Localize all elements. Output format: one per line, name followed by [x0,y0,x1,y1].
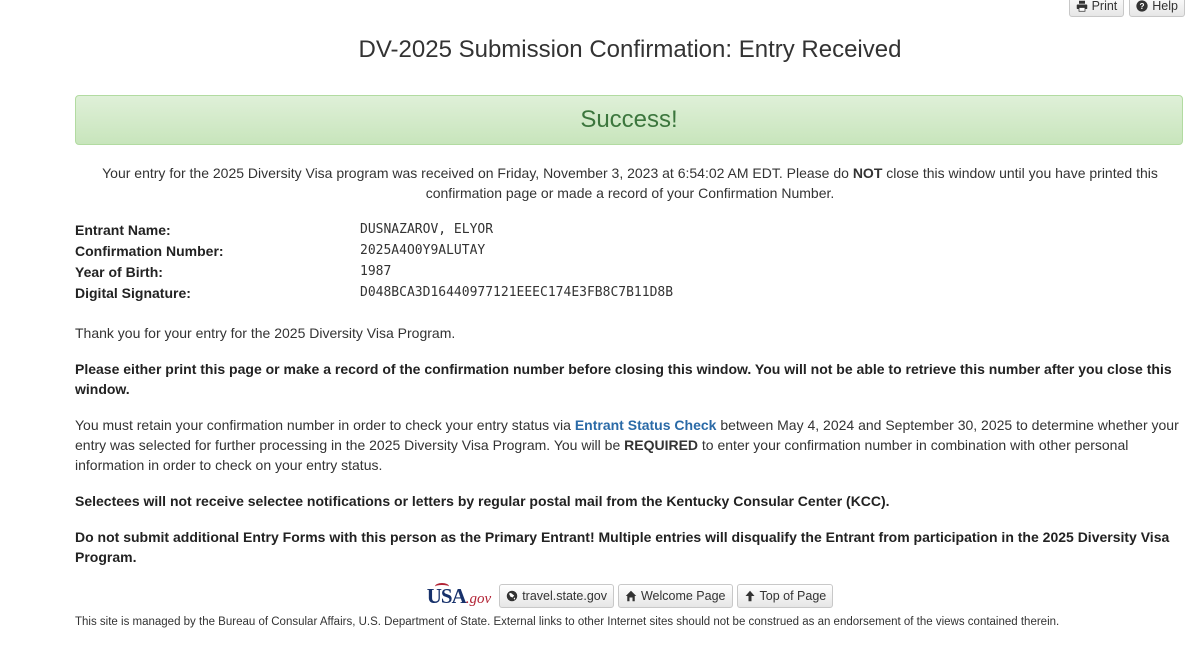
detail-label: Year of Birth: [75,263,163,280]
detail-value: 1987 [360,264,392,279]
detail-row-year-of-birth: Year of Birth: 1987 [75,261,673,282]
thanks-paragraph: Thank you for your entry for the 2025 Di… [75,325,456,341]
detail-value: DUSNAZAROV, ELYOR [360,222,494,237]
no-additional-entries-paragraph: Do not submit additional Entry Forms wit… [75,529,1170,565]
detail-value: 2025A4O0Y9ALUTAY [360,243,486,258]
success-message: Success! [580,106,678,133]
globe-icon [506,590,518,602]
welcome-label: Welcome Page [640,589,726,603]
retain-paragraph: You must retain your confirmation number… [75,415,1185,475]
footer-links: USA .gov travel.state.gov Welcome Page To… [0,583,1192,608]
footer-disclaimer: This site is managed by the Bureau of Co… [75,616,1060,628]
intro-text: Your entry for the 2025 Diversity Visa p… [95,163,1165,203]
selectees-paragraph: Selectees will not receive selectee noti… [75,493,890,509]
detail-value: D048BCA3D16440977121EEEC174E3FB8C7B11D8B [360,285,674,300]
detail-label: Entrant Name: [75,221,171,238]
intro-text-before: Your entry for the 2025 Diversity Visa p… [102,165,853,181]
help-label: Help [1152,0,1178,13]
required-emphasis: REQUIRED [624,437,699,453]
travel-state-gov-button[interactable]: travel.state.gov [499,584,614,608]
entry-details: Entrant Name: DUSNAZAROV, ELYOR Confirma… [75,219,673,303]
question-circle-icon: ? [1136,0,1148,12]
top-toolbar: Print ? Help [1068,0,1185,17]
top-of-page-button[interactable]: Top of Page [736,584,834,608]
top-label: Top of Page [759,589,827,603]
intro-emphasis: NOT [852,165,883,181]
detail-row-entrant-name: Entrant Name: DUSNAZAROV, ELYOR [75,219,673,240]
arrow-up-icon [745,590,755,602]
print-label: Print [1091,0,1118,13]
home-icon [625,590,637,602]
print-button[interactable]: Print [1068,0,1125,17]
retain-text-before: You must retain your confirmation number… [75,417,575,433]
help-button[interactable]: ? Help [1129,0,1185,17]
travel-label: travel.state.gov [522,589,607,603]
success-alert: Success! [75,95,1183,145]
detail-label: Digital Signature: [75,284,191,301]
detail-row-digital-signature: Digital Signature: D048BCA3D16440977121E… [75,282,673,303]
detail-row-confirmation-number: Confirmation Number: 2025A4O0Y9ALUTAY [75,240,673,261]
printer-icon [1076,0,1087,12]
welcome-page-button[interactable]: Welcome Page [617,584,733,608]
detail-label: Confirmation Number: [75,242,224,259]
entrant-status-check-link[interactable]: Entrant Status Check [575,417,717,433]
svg-text:?: ? [1140,2,1145,11]
page-title: DV-2025 Submission Confirmation: Entry R… [358,36,902,63]
logo-swoosh [434,583,449,590]
usa-gov-logo[interactable]: USA .gov [427,583,492,608]
print-warning-paragraph: Please either print this page or make a … [75,361,1172,397]
logo-gov-text: .gov [465,591,492,607]
confirmation-body: Thank you for your entry for the 2025 Di… [75,323,1185,583]
